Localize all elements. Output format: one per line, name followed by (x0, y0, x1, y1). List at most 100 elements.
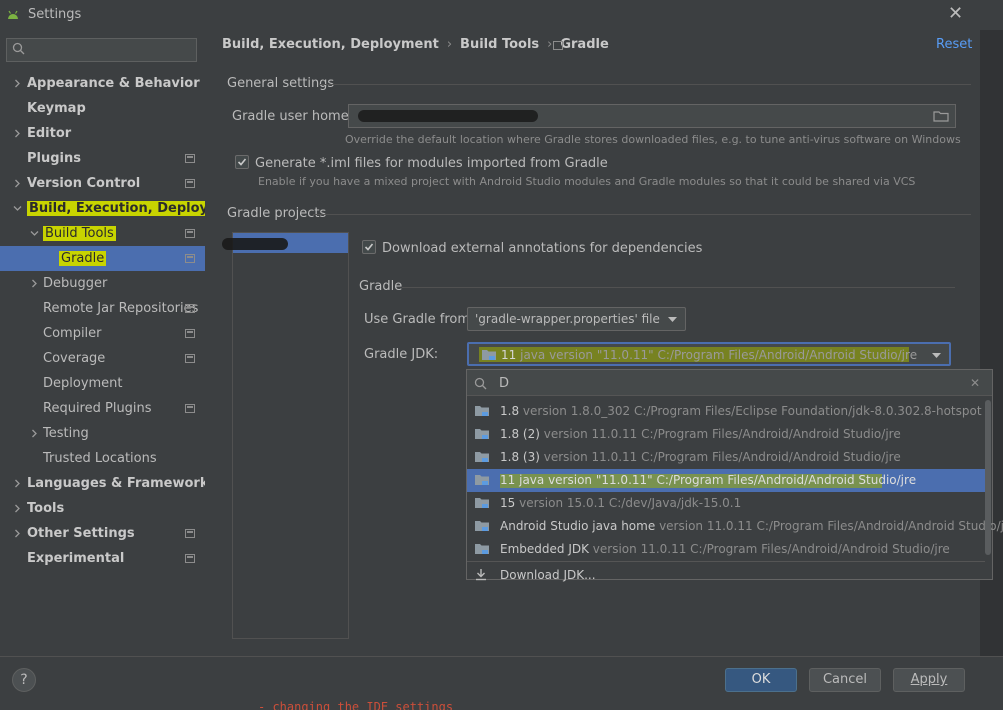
sidebar-item-label: Editor (27, 126, 72, 141)
apply-button[interactable]: Apply (893, 668, 965, 692)
sidebar-item-plugins[interactable]: Plugins (0, 146, 205, 171)
use-gradle-from-select[interactable]: 'gradle-wrapper.properties' file (467, 307, 686, 331)
sidebar-item-label: Coverage (43, 351, 106, 366)
jdk-detail: java version "11.0.11" C:/Program Files/… (519, 473, 917, 487)
sidebar-item-label: Languages & Frameworks (27, 476, 217, 491)
help-button[interactable]: ? (12, 668, 36, 692)
sidebar-item-coverage[interactable]: Coverage (0, 346, 205, 371)
jdk-option[interactable]: Embedded JDK version 11.0.11 C:/Program … (467, 538, 985, 561)
chevron-down-icon[interactable] (30, 221, 40, 246)
jdk-option[interactable]: Android Studio java home version 11.0.11… (467, 515, 1003, 538)
jdk-option-label: Android Studio java home version 11.0.11… (500, 515, 1003, 538)
chevron-right-icon[interactable] (30, 271, 40, 296)
popup-scrollbar-thumb[interactable] (985, 400, 991, 555)
jdk-option-label: 1.8 (2) version 11.0.11 C:/Program Files… (500, 423, 901, 446)
sidebar-item-appearance-behavior[interactable]: Appearance & Behavior (0, 71, 205, 96)
sidebar-item-compiler[interactable]: Compiler (0, 321, 205, 346)
gradle-projects-list[interactable] (232, 232, 349, 639)
gradle-jdk-name: 11 (501, 348, 517, 362)
breadcrumb: Build, Execution, Deployment › Build Tools… (222, 37, 609, 52)
sidebar-item-label: Plugins (27, 151, 81, 166)
jdk-name: 1.8 (3) (500, 450, 540, 464)
project-scope-icon (185, 354, 195, 363)
chevron-right-icon[interactable] (13, 71, 23, 96)
redacted-path (358, 110, 538, 122)
chevron-right-icon[interactable] (13, 521, 23, 546)
jdk-search-input[interactable] (467, 370, 992, 396)
download-jdk-label: Download JDK... (500, 568, 596, 582)
breadcrumb-item[interactable]: Build Tools (460, 37, 539, 52)
gradle-user-home-label: Gradle user home: (232, 109, 354, 124)
sidebar-item-label: Remote Jar Repositories (43, 301, 199, 316)
breadcrumb-separator: › (446, 37, 453, 52)
jdk-option[interactable]: 1.8 (2) version 11.0.11 C:/Program Files… (467, 423, 985, 446)
breadcrumb-item[interactable]: Build, Execution, Deployment (222, 37, 439, 52)
sidebar-item-build-tools[interactable]: Build Tools (0, 221, 205, 246)
jdk-option[interactable]: 1.8 version 1.8.0_302 C:/Program Files/E… (467, 400, 985, 423)
chevron-right-icon[interactable] (13, 121, 23, 146)
project-scope-icon (185, 304, 195, 313)
use-gradle-from-value: 'gradle-wrapper.properties' file (475, 312, 660, 326)
sidebar-item-tools[interactable]: Tools (0, 496, 205, 521)
sidebar-item-gradle[interactable]: Gradle (0, 246, 205, 271)
project-scope-icon (185, 254, 195, 263)
cancel-button[interactable]: Cancel (809, 668, 881, 692)
jdk-name: 1.8 (2) (500, 427, 540, 441)
jdk-detail: version 15.0.1 C:/dev/Java/jdk-15.0.1 (519, 496, 742, 510)
sidebar-item-label: Build Tools (43, 221, 116, 246)
sidebar-item-languages-frameworks[interactable]: Languages & Frameworks (0, 471, 216, 496)
download-annotations-checkbox[interactable] (362, 240, 376, 254)
ok-button[interactable]: OK (725, 668, 797, 692)
sidebar-item-label: Deployment (43, 376, 123, 391)
chevron-right-icon[interactable] (13, 171, 23, 196)
download-jdk-item[interactable]: Download JDK... (467, 564, 985, 587)
checkmark-icon (364, 243, 374, 251)
jdk-option[interactable]: 11 java version "11.0.11" C:/Program Fil… (467, 469, 985, 492)
sidebar-item-other-settings[interactable]: Other Settings (0, 521, 205, 546)
gradle-user-home-hint: Override the default location where Grad… (345, 133, 961, 146)
sidebar-item-experimental[interactable]: Experimental (0, 546, 205, 571)
chevron-down-icon[interactable] (13, 196, 23, 221)
sidebar-item-debugger[interactable]: Debugger (0, 271, 205, 296)
project-scope-icon (553, 41, 563, 50)
chevron-right-icon[interactable] (13, 496, 23, 521)
sidebar-item-trusted-locations[interactable]: Trusted Locations (0, 446, 205, 471)
sidebar-item-testing[interactable]: Testing (0, 421, 205, 446)
breadcrumb-item: Gradle (560, 37, 609, 52)
sidebar-item-keymap[interactable]: Keymap (0, 96, 205, 121)
chevron-right-icon[interactable] (30, 421, 40, 446)
jdk-folder-icon (475, 544, 489, 554)
jdk-option[interactable]: 15 version 15.0.1 C:/dev/Java/jdk-15.0.1 (467, 492, 985, 515)
sidebar-item-remote-jar-repositories[interactable]: Remote Jar Repositories (0, 296, 205, 321)
jdk-option[interactable]: 1.8 (3) version 11.0.11 C:/Program Files… (467, 446, 985, 469)
browse-folder-icon[interactable] (933, 110, 949, 122)
close-window-button[interactable]: ✕ (948, 4, 963, 24)
project-scope-icon (185, 179, 195, 188)
sidebar-item-version-control[interactable]: Version Control (0, 171, 205, 196)
sidebar-item-build-execution-deployment[interactable]: Build, Execution, Deployment (0, 196, 248, 221)
chevron-right-icon[interactable] (13, 471, 23, 496)
gradle-jdk-label: Gradle JDK: (364, 347, 439, 362)
sidebar-item-label: Other Settings (27, 526, 135, 541)
jdk-folder-icon (475, 429, 489, 439)
sidebar-item-label: Version Control (27, 176, 141, 191)
download-annotations-label: Download external annotations for depend… (382, 241, 703, 256)
jdk-detail: version 11.0.11 C:/Program Files/Android… (543, 450, 901, 464)
sidebar-item-label: Debugger (43, 276, 108, 291)
jdk-name: 15 (500, 496, 516, 510)
section-divider (313, 214, 971, 215)
clear-search-icon[interactable]: ✕ (970, 376, 980, 390)
generate-iml-checkbox[interactable] (235, 155, 249, 169)
gradle-jdk-select[interactable]: 11 java version "11.0.11" C:/Program Fil… (467, 342, 951, 366)
sidebar-item-editor[interactable]: Editor (0, 121, 205, 146)
breadcrumb-separator: › (547, 37, 553, 52)
jdk-name: Android Studio java home (500, 519, 656, 533)
sidebar-item-required-plugins[interactable]: Required Plugins (0, 396, 205, 421)
settings-search-input[interactable] (6, 38, 197, 62)
sidebar-item-deployment[interactable]: Deployment (0, 371, 205, 396)
jdk-option-label: Embedded JDK version 11.0.11 C:/Program … (500, 538, 950, 561)
reset-link[interactable]: Reset (936, 37, 972, 52)
sidebar-item-label: Keymap (27, 101, 86, 116)
sidebar-item-label: Experimental (27, 551, 125, 566)
search-icon (474, 377, 487, 390)
